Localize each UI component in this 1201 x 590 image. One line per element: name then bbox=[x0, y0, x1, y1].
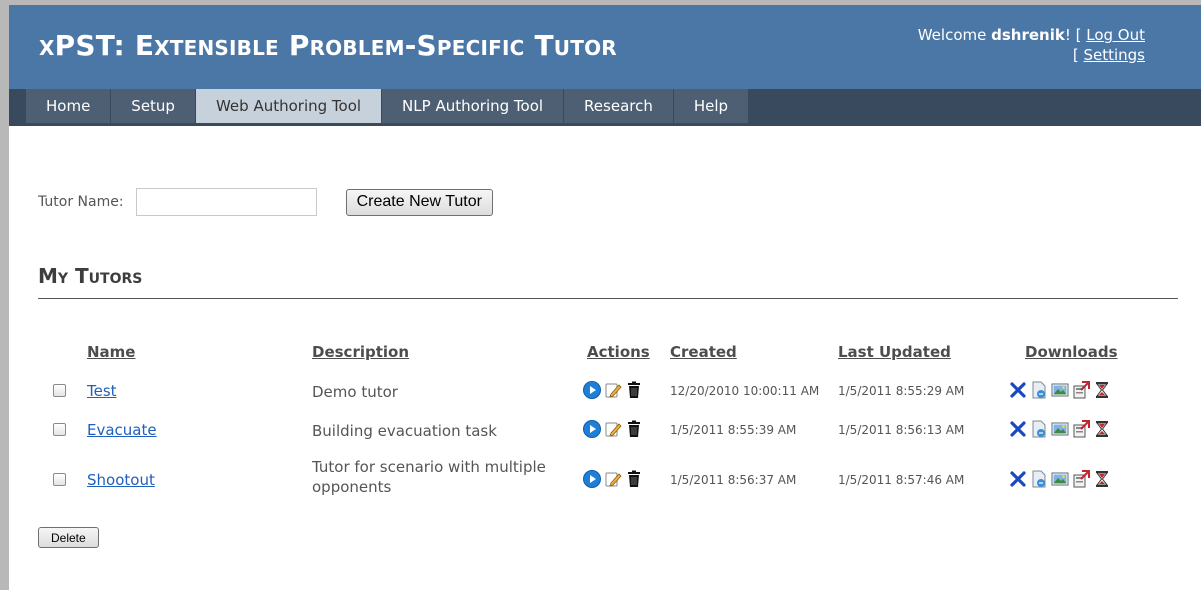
welcome-prefix: Welcome bbox=[917, 26, 992, 44]
tutor-description: Tutor for scenario with multiple opponen… bbox=[312, 458, 546, 496]
welcome-suffix: ! [ bbox=[1064, 26, 1087, 44]
hourglass-icon[interactable] bbox=[1093, 470, 1111, 488]
tutor-name-label: Tutor Name: bbox=[38, 194, 124, 210]
edit-icon[interactable] bbox=[604, 470, 622, 488]
row-checkbox[interactable] bbox=[53, 423, 66, 436]
created-date: 1/5/2011 8:56:37 AM bbox=[670, 473, 797, 487]
row-downloads bbox=[1009, 381, 1114, 399]
column-header-description[interactable]: Description bbox=[312, 343, 409, 361]
document-icon[interactable] bbox=[1030, 420, 1048, 438]
section-divider bbox=[38, 298, 1178, 299]
site-header: xPST: Extensible Problem-Specific Tutor … bbox=[9, 5, 1201, 89]
nav-tab-setup[interactable]: Setup bbox=[111, 89, 196, 123]
nav-tab-web-authoring-tool[interactable]: Web Authoring Tool bbox=[195, 89, 383, 123]
row-actions bbox=[583, 470, 646, 488]
column-header-downloads[interactable]: Downloads bbox=[1025, 343, 1118, 361]
tutor-name-link[interactable]: Shootout bbox=[87, 471, 155, 489]
tutor-description: Demo tutor bbox=[312, 383, 398, 401]
row-actions bbox=[583, 381, 646, 399]
logout-link[interactable]: Log Out bbox=[1086, 26, 1145, 44]
image-icon[interactable] bbox=[1051, 420, 1069, 438]
tutor-name-link[interactable]: Test bbox=[87, 382, 117, 400]
nav-tab-help[interactable]: Help bbox=[673, 89, 750, 123]
edit-icon[interactable] bbox=[604, 381, 622, 399]
column-header-last-updated[interactable]: Last Updated bbox=[838, 343, 951, 361]
play-icon[interactable] bbox=[583, 381, 601, 399]
play-icon[interactable] bbox=[583, 470, 601, 488]
nav-tab-home[interactable]: Home bbox=[26, 89, 112, 123]
trash-icon[interactable] bbox=[625, 420, 643, 438]
hourglass-icon[interactable] bbox=[1093, 420, 1111, 438]
x-icon[interactable] bbox=[1009, 470, 1027, 488]
play-icon[interactable] bbox=[583, 420, 601, 438]
nav-tabs: Home Setup Web Authoring Tool NLP Author… bbox=[26, 89, 750, 123]
my-tutors-heading: My Tutors bbox=[38, 264, 143, 288]
row-downloads bbox=[1009, 470, 1114, 488]
image-icon[interactable] bbox=[1051, 381, 1069, 399]
nav-tab-nlp-authoring-tool[interactable]: NLP Authoring Tool bbox=[382, 89, 565, 123]
tutor-description: Building evacuation task bbox=[312, 422, 497, 440]
hourglass-icon[interactable] bbox=[1093, 381, 1111, 399]
row-actions bbox=[583, 420, 646, 438]
document-icon[interactable] bbox=[1030, 470, 1048, 488]
main-nav: Home Setup Web Authoring Tool NLP Author… bbox=[9, 89, 1201, 126]
settings-prefix: [ bbox=[1072, 46, 1084, 64]
x-icon[interactable] bbox=[1009, 381, 1027, 399]
create-new-tutor-button[interactable]: Create New Tutor bbox=[345, 188, 493, 216]
last-updated-date: 1/5/2011 8:56:13 AM bbox=[838, 423, 965, 437]
edit-icon[interactable] bbox=[604, 420, 622, 438]
export-icon[interactable] bbox=[1072, 420, 1090, 438]
export-icon[interactable] bbox=[1072, 470, 1090, 488]
column-header-name[interactable]: Name bbox=[87, 343, 135, 361]
created-date: 1/5/2011 8:55:39 AM bbox=[670, 423, 797, 437]
username: dshrenik bbox=[991, 26, 1065, 44]
site-title: xPST: Extensible Problem-Specific Tutor bbox=[39, 29, 617, 62]
row-checkbox[interactable] bbox=[53, 473, 66, 486]
created-date: 12/20/2010 10:00:11 AM bbox=[670, 384, 820, 398]
document-icon[interactable] bbox=[1030, 381, 1048, 399]
x-icon[interactable] bbox=[1009, 420, 1027, 438]
tutor-name-link[interactable]: Evacuate bbox=[87, 421, 157, 439]
last-updated-date: 1/5/2011 8:57:46 AM bbox=[838, 473, 965, 487]
trash-icon[interactable] bbox=[625, 381, 643, 399]
nav-tab-research[interactable]: Research bbox=[564, 89, 674, 123]
last-updated-date: 1/5/2011 8:55:29 AM bbox=[838, 384, 965, 398]
image-icon[interactable] bbox=[1051, 470, 1069, 488]
trash-icon[interactable] bbox=[625, 470, 643, 488]
tutor-name-input[interactable] bbox=[135, 188, 317, 216]
settings-link[interactable]: Settings bbox=[1083, 46, 1145, 64]
delete-button[interactable]: Delete bbox=[38, 527, 99, 548]
export-icon[interactable] bbox=[1072, 381, 1090, 399]
row-downloads bbox=[1009, 420, 1114, 438]
row-checkbox[interactable] bbox=[53, 384, 66, 397]
account-area: Welcome dshrenik! [ Log Out [ Settings bbox=[918, 25, 1145, 65]
create-tutor-form: Tutor Name: Create New Tutor bbox=[38, 188, 493, 216]
column-header-actions[interactable]: Actions bbox=[587, 343, 650, 361]
column-header-created[interactable]: Created bbox=[670, 343, 737, 361]
